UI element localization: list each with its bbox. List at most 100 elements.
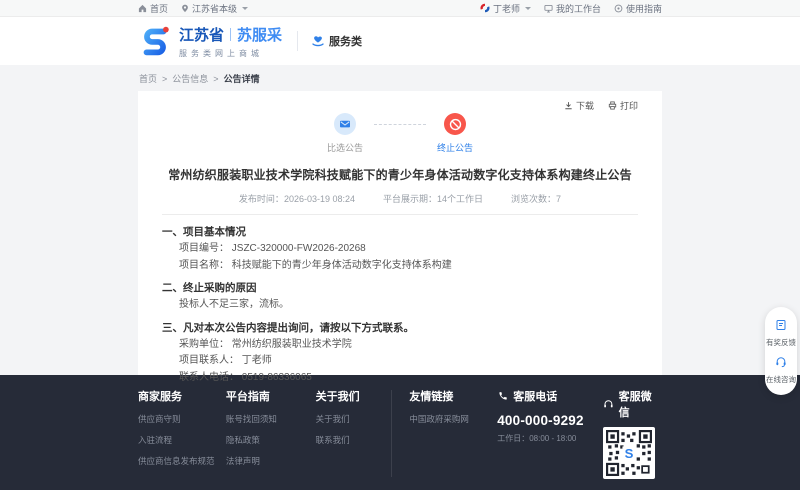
breadcrumb-announcements[interactable]: 公告信息 [172, 72, 208, 85]
home-link[interactable]: 首页 [138, 2, 168, 15]
chevron-down-icon [242, 7, 248, 10]
consult-label: 在线咨询 [765, 375, 797, 384]
meta-view-count: 浏览次数：7 [511, 192, 561, 205]
logo-text: 江苏省 苏服采 服务类网上商城 [179, 24, 282, 59]
logo-subtitle: 服务类网上商城 [179, 48, 282, 59]
footer-service-phone: 客服电话 400-000-9292 工作日：08:00 - 18:00 [497, 388, 601, 479]
header-divider [297, 31, 298, 51]
user-menu[interactable]: 丁老师 [480, 2, 531, 15]
breadcrumb-separator: > [162, 74, 167, 84]
footer-col-about-us: 关于我们 关于我们 联系我们 [316, 388, 392, 479]
step-connector [374, 124, 426, 125]
floating-widget: 有奖反馈 在线咨询 [765, 307, 797, 395]
prohibit-icon [449, 118, 462, 131]
download-button[interactable]: 下载 [564, 99, 594, 112]
home-icon [138, 4, 147, 13]
region-label: 江苏省本级 [192, 2, 237, 15]
category-label: 服务类 [329, 33, 362, 49]
feedback-button[interactable]: 有奖反馈 [765, 315, 797, 352]
footer-link[interactable]: 账号找回须知 [226, 413, 316, 425]
topbar-left: 首页 江苏省本级 [138, 2, 248, 15]
brand-label: 苏服采 [237, 24, 282, 45]
consult-button[interactable]: 在线咨询 [765, 352, 797, 389]
section-heading: 三、凡对本次公告内容提出询问，请按以下方式联系。 [162, 320, 638, 337]
download-label: 下载 [576, 99, 594, 112]
announcement-card: 下载 打印 比选公告 终止公告 常州纺织服装职业技术学院科技赋能下的青少年身体活… [138, 91, 662, 375]
location-pin-icon [181, 4, 189, 13]
section-heading: 一、项目基本情况 [162, 224, 638, 241]
site-header: 江苏省 苏服采 服务类网上商城 服务类 [0, 17, 800, 65]
announcement-title: 常州纺织服装职业技术学院科技赋能下的青少年身体活动数字化支持体系构建终止公告 [162, 166, 638, 183]
title-divider [162, 214, 638, 215]
service-phone-number: 400-000-9292 [497, 413, 601, 428]
qr-pattern-icon: S [606, 430, 652, 476]
footer-link[interactable]: 供应商守则 [138, 413, 226, 425]
step-circle [444, 113, 466, 135]
region-selector[interactable]: 江苏省本级 [181, 2, 248, 15]
section-heading: 二、终止采购的原因 [162, 280, 638, 297]
step-label: 比选公告 [327, 141, 363, 154]
print-icon [608, 101, 617, 110]
footer-link[interactable]: 入驻流程 [138, 434, 226, 446]
guide-link[interactable]: 使用指南 [614, 2, 662, 15]
footer-col-friend-links: 友情链接 中国政府采购网 [392, 388, 497, 479]
project-number: 项目编号： JSZC-320000-FW2026-20268 [162, 241, 638, 258]
card-toolbar: 下载 打印 [162, 99, 638, 111]
mail-icon [339, 118, 351, 130]
termination-reason: 投标人不足三家，流标。 [162, 297, 638, 314]
site-logo[interactable]: 江苏省 苏服采 服务类网上商城 [138, 23, 282, 59]
category-badge[interactable]: 服务类 [311, 33, 362, 49]
monitor-icon [544, 4, 553, 13]
workspace-label: 我的工作台 [556, 2, 601, 15]
service-phone-hours: 工作日：08:00 - 18:00 [497, 433, 601, 444]
step-selection-announcement[interactable]: 比选公告 [316, 113, 374, 154]
headset-icon [775, 356, 787, 368]
home-label: 首页 [150, 2, 168, 15]
footer-link[interactable]: 联系我们 [316, 434, 392, 446]
province-label: 江苏省 [179, 24, 224, 45]
logo-separator [230, 28, 231, 41]
site-footer: 商家服务 供应商守则 入驻流程 供应商信息发布规范 平台指南 账号找回须知 隐私… [0, 375, 800, 490]
footer-col-platform-guide: 平台指南 账号找回须知 隐私政策 法律声明 [226, 388, 316, 479]
breadcrumb-home[interactable]: 首页 [139, 72, 157, 85]
breadcrumb-separator: > [213, 74, 218, 84]
chevron-down-icon [525, 7, 531, 10]
topbar-right: 丁老师 我的工作台 使用指南 [480, 2, 662, 15]
wechat-qr-code: S [603, 427, 655, 479]
user-name-label: 丁老师 [493, 2, 520, 15]
footer-link[interactable]: 关于我们 [316, 413, 392, 425]
gov-procurement-logo-icon [480, 3, 490, 13]
meta-publish-time: 发布时间：2026-03-19 08:24 [239, 192, 355, 205]
phone-icon [497, 391, 508, 402]
project-name: 项目名称： 科技赋能下的青少年身体活动数字化支持体系构建 [162, 258, 638, 275]
guide-circle-icon [614, 4, 623, 13]
print-label: 打印 [620, 99, 638, 112]
announcement-meta: 发布时间：2026-03-19 08:24 平台展示期：14个工作日 浏览次数：… [162, 192, 638, 205]
download-icon [564, 101, 573, 110]
step-label: 终止公告 [437, 141, 473, 154]
headset-icon [603, 399, 614, 410]
announcement-body: 一、项目基本情况 项目编号： JSZC-320000-FW2026-20268 … [162, 224, 638, 386]
print-button[interactable]: 打印 [608, 99, 638, 112]
announcement-stepper: 比选公告 终止公告 [162, 113, 638, 154]
footer-service-wechat: 客服微信 [603, 388, 662, 479]
breadcrumb-current: 公告详情 [224, 72, 260, 85]
project-contact: 项目联系人： 丁老师 [162, 353, 638, 370]
breadcrumb: 首页 > 公告信息 > 公告详情 [138, 65, 662, 91]
svg-text:S: S [624, 446, 633, 461]
section-termination-reason: 二、终止采购的原因 投标人不足三家，流标。 [162, 280, 638, 314]
footer-col-merchant-services: 商家服务 供应商守则 入驻流程 供应商信息发布规范 [138, 388, 226, 479]
footer-link[interactable]: 法律声明 [226, 455, 316, 467]
feedback-label: 有奖反馈 [765, 338, 797, 347]
sufucai-logo-icon [138, 23, 172, 59]
step-termination-announcement[interactable]: 终止公告 [426, 113, 484, 154]
top-utility-bar: 首页 江苏省本级 丁老师 我的工作台 使用指南 [0, 0, 800, 17]
footer-link[interactable]: 隐私政策 [226, 434, 316, 446]
workspace-link[interactable]: 我的工作台 [544, 2, 601, 15]
guide-label: 使用指南 [626, 2, 662, 15]
section-project-info: 一、项目基本情况 项目编号： JSZC-320000-FW2026-20268 … [162, 224, 638, 274]
purchaser-unit: 采购单位： 常州纺织服装职业技术学院 [162, 337, 638, 354]
footer-link[interactable]: 中国政府采购网 [409, 413, 497, 425]
feedback-doc-icon [775, 319, 787, 331]
footer-link[interactable]: 供应商信息发布规范 [138, 455, 226, 467]
